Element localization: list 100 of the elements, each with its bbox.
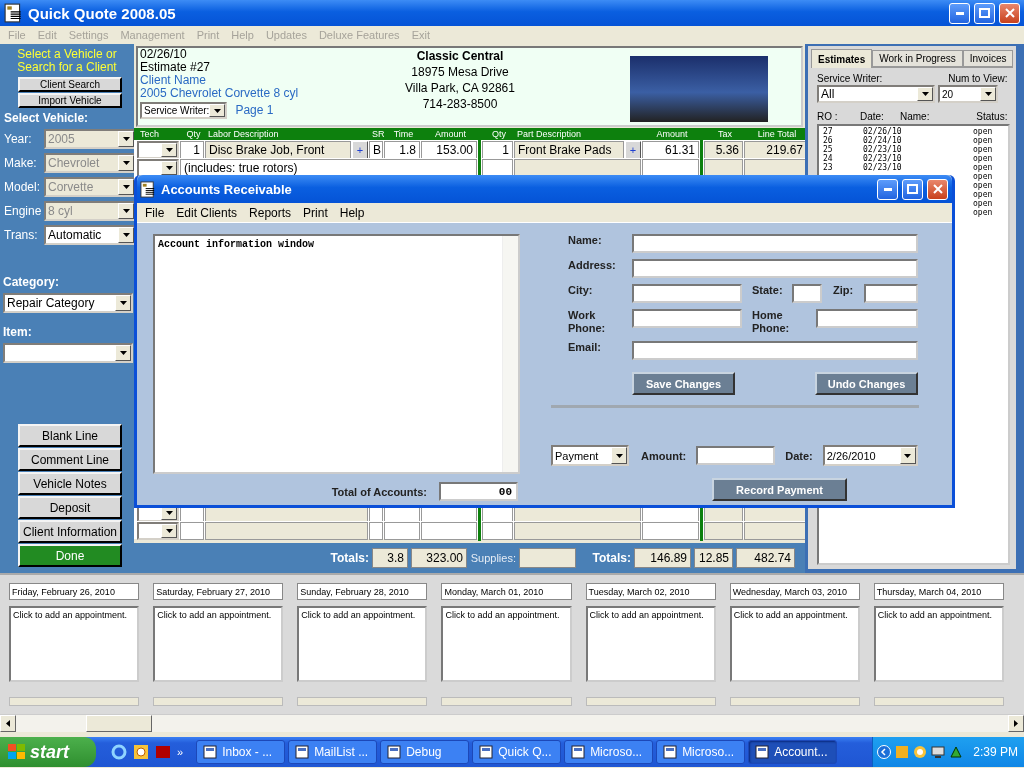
menu-item[interactable]: Print [297, 205, 334, 220]
sidebar-button[interactable]: Import Vehicle [18, 93, 122, 108]
window-icon [755, 745, 770, 759]
sidebar-button[interactable]: Deposit [18, 496, 122, 519]
menu-item[interactable]: Help [333, 205, 371, 220]
scrollbar-thumb[interactable] [86, 715, 152, 732]
input-field[interactable] [864, 284, 918, 303]
input-field[interactable] [632, 309, 742, 328]
minimize-button[interactable] [877, 178, 898, 200]
appointment-area[interactable]: Click to add an appointment. [873, 606, 1004, 682]
save-button[interactable]: Save Changes [632, 372, 735, 395]
menu-item[interactable]: Reports [243, 205, 298, 220]
appointment-area[interactable]: Click to add an appointment. [297, 606, 428, 682]
caret-down-icon [119, 351, 127, 355]
list-cell-text: open [973, 145, 994, 154]
field-label: Total of Accounts: [331, 485, 427, 498]
monitor-icon[interactable] [931, 745, 945, 759]
input-field[interactable] [632, 341, 918, 360]
tab[interactable]: Estimates [811, 49, 873, 68]
sidebar-button[interactable]: Comment Line [18, 448, 122, 471]
table-cell: Front Brake Pads [514, 141, 624, 159]
shop-address: 18975 Mesa Drive [411, 64, 509, 80]
payment-type-select[interactable]: Payment [551, 445, 629, 466]
appointment-area[interactable]: Click to add an appointment. [153, 606, 284, 682]
network-icon[interactable] [949, 745, 963, 759]
input-field[interactable] [816, 309, 918, 328]
sidebar-button[interactable]: Client Search [18, 77, 122, 92]
page-number: Page 1 [235, 104, 274, 117]
column-header: SR [371, 129, 383, 139]
maximize-icon [979, 8, 990, 18]
notes-field[interactable]: Account information window [153, 234, 520, 474]
input-field[interactable] [632, 234, 918, 253]
done-button[interactable]: Done [18, 544, 122, 567]
globe-icon[interactable] [111, 744, 127, 760]
input-field[interactable] [632, 284, 742, 303]
caret-down-icon [122, 233, 130, 237]
table-cell: 1 [482, 141, 513, 159]
taskbar-button[interactable]: Microso... [564, 740, 654, 764]
clock-icon[interactable] [133, 744, 149, 760]
field-label: Amount: [641, 449, 687, 462]
item-select[interactable] [3, 343, 133, 363]
menu-item[interactable]: File [139, 205, 171, 220]
taskbar-button[interactable]: Debug [380, 740, 470, 764]
list-cell-text: 26 [823, 136, 834, 145]
appointment-area[interactable]: Click to add an appointment. [9, 606, 140, 682]
list-cell-text: open [973, 136, 994, 145]
category-select[interactable]: Repair Category [3, 293, 133, 313]
total-value: 482.74 [736, 548, 795, 568]
total-field[interactable]: 00 [439, 482, 518, 501]
taskbar-button[interactable]: Account... [748, 740, 838, 764]
tech-select[interactable] [137, 522, 179, 540]
count-select[interactable]: 20 [938, 85, 998, 103]
service-writer-select[interactable]: All [817, 85, 935, 103]
close-button[interactable] [927, 178, 948, 200]
sidebar-button[interactable]: Client Information [18, 520, 122, 543]
appointment-area[interactable]: Click to add an appointment. [729, 606, 860, 682]
vehicle-select[interactable]: Automatic [44, 225, 136, 245]
service-writer-select[interactable]: Service Writer: [140, 102, 228, 119]
chevron-left-icon[interactable] [877, 745, 891, 759]
input-field[interactable] [792, 284, 822, 303]
list-cell-text: open [973, 190, 994, 199]
appointment-area[interactable]: Click to add an appointment. [441, 606, 572, 682]
more-chevron[interactable]: » [177, 746, 184, 758]
sidebar-button[interactable]: Blank Line [18, 424, 122, 447]
day-date: Sunday, February 28, 2010 [297, 583, 428, 600]
supplies-field [519, 548, 576, 568]
estimate-date: 02/26/10 [140, 48, 188, 61]
list-cell-text: open [973, 199, 994, 208]
tech-select[interactable] [137, 141, 179, 159]
field-label: Make: [4, 156, 38, 170]
taskbar-button[interactable]: Inbox - ... [196, 740, 286, 764]
taskbar-button[interactable]: Microso... [656, 740, 746, 764]
menu-item[interactable]: Edit Clients [170, 205, 244, 220]
table-cell: B [369, 141, 383, 159]
window-icon [295, 745, 310, 759]
add-button[interactable]: + [352, 141, 368, 159]
maximize-button[interactable] [902, 178, 923, 200]
caret-down-icon [615, 453, 623, 458]
input-field[interactable] [632, 259, 918, 278]
add-button[interactable]: + [625, 141, 641, 159]
date-select[interactable]: 2/26/2010 [822, 445, 918, 466]
appointment-area[interactable]: Click to add an appointment. [585, 606, 716, 682]
close-button[interactable] [999, 2, 1020, 24]
list-cell-text: 25 [823, 145, 834, 154]
amount-field[interactable] [696, 446, 776, 465]
tab[interactable]: Work in Progress [872, 50, 963, 67]
record-payment-button[interactable]: Record Payment [712, 478, 847, 501]
field-label: Category: [3, 275, 59, 289]
tab[interactable]: Invoices [962, 50, 1014, 67]
minimize-button[interactable] [949, 2, 970, 24]
scrollbar[interactable] [0, 714, 1024, 732]
taskbar-button[interactable]: MailList ... [288, 740, 378, 764]
sidebar-button[interactable]: Vehicle Notes [18, 472, 122, 495]
taskbar-button[interactable]: Quick Q... [472, 740, 562, 764]
caret-down-icon [122, 137, 130, 141]
list-cell-text: open [973, 181, 994, 190]
field-label: Year: [4, 132, 33, 146]
undo-button[interactable]: Undo Changes [815, 372, 918, 395]
maximize-button[interactable] [974, 2, 995, 24]
tech-select[interactable] [137, 159, 179, 177]
